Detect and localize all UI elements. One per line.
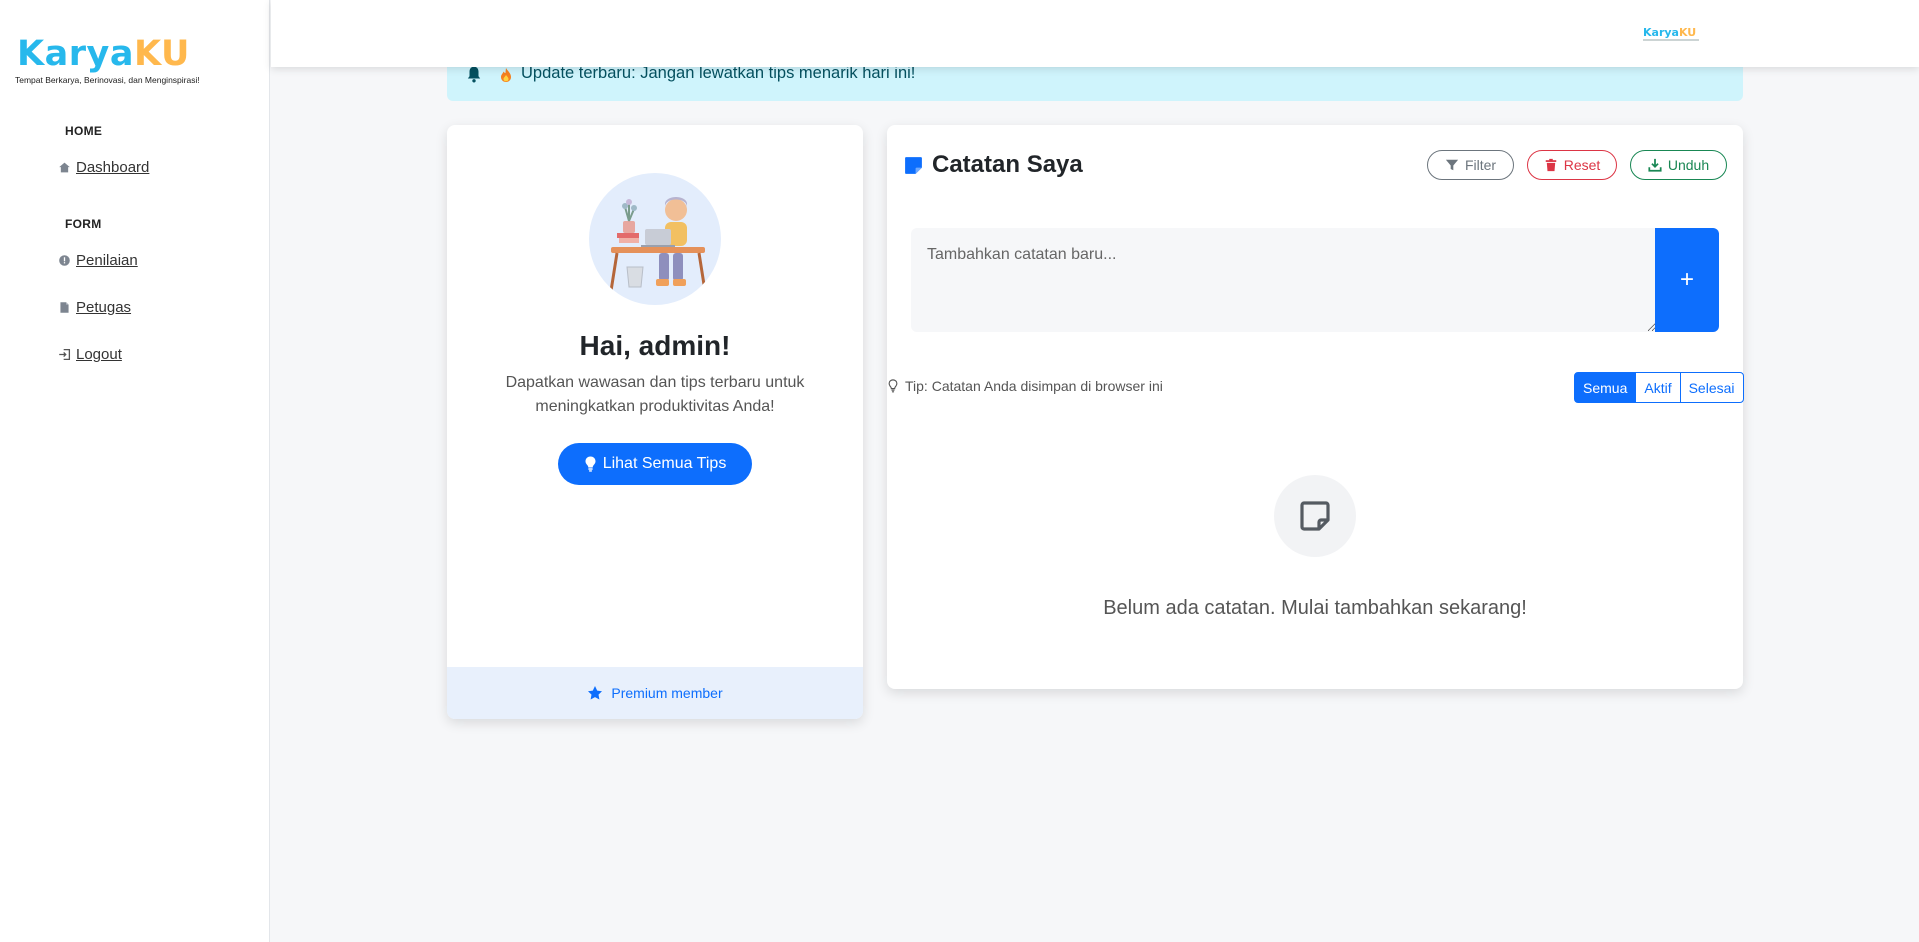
star-icon	[588, 686, 603, 700]
sticky-note-icon	[905, 156, 922, 174]
membership-label: Premium member	[611, 685, 723, 701]
empty-state-message: Belum ada catatan. Mulai tambahkan sekar…	[1103, 597, 1527, 619]
profile-card: Hai, admin! Dapatkan wawasan dan tips te…	[447, 125, 863, 719]
filter-button[interactable]: Filter	[1427, 150, 1514, 180]
sidebar-item-penilaian[interactable]: Penilaian	[58, 252, 138, 269]
notes-title-text: Catatan Saya	[932, 151, 1083, 178]
nav-heading-home: HOME	[65, 124, 103, 138]
filter-all-button[interactable]: Semua	[1574, 372, 1637, 403]
sidebar-item-dashboard[interactable]: Dashboard	[58, 159, 149, 176]
top-navbar: KaryaKU	[271, 0, 1919, 67]
sidebar-item-label: Penilaian	[76, 252, 138, 269]
reset-button[interactable]: Reset	[1527, 150, 1617, 180]
reset-label: Reset	[1563, 157, 1601, 173]
see-all-tips-label: Lihat Semua Tips	[602, 455, 727, 472]
sidebar-item-label: Logout	[76, 346, 122, 363]
home-icon	[59, 162, 70, 173]
sticky-note-outline-icon	[1300, 501, 1330, 531]
trash-icon	[1545, 158, 1556, 172]
logout-icon	[59, 348, 71, 361]
sidebar-item-label: Dashboard	[76, 159, 150, 176]
lightbulb-outline-icon	[888, 379, 898, 393]
sidebar: KaryaKU Tempat Berkarya, Berinovasi, dan…	[0, 0, 270, 942]
sidebar-item-label: Petugas	[76, 299, 132, 316]
greeting-title: Hai, admin!	[579, 330, 731, 361]
membership-footer: Premium member	[447, 667, 863, 719]
brand-logo[interactable]: KaryaKU Tempat Berkarya, Berinovasi, dan…	[15, 34, 200, 85]
info-circle-icon	[59, 255, 70, 266]
storage-tip: Tip: Catatan Anda disimpan di browser in…	[887, 378, 1163, 394]
notes-card: Catatan Saya Filter Reset Unduh + Tip: C…	[887, 125, 1744, 689]
bell-icon	[467, 66, 481, 83]
greeting-description: Dapatkan wawasan dan tips terbaru untuk …	[505, 374, 805, 415]
empty-state-icon-wrap	[1274, 475, 1356, 557]
storage-tip-text: Tip: Catatan Anda disimpan di browser in…	[905, 378, 1163, 394]
filter-done-button[interactable]: Selesai	[1679, 372, 1744, 403]
note-status-filter: Semua Aktif Selesai	[1574, 372, 1744, 403]
filter-active-button[interactable]: Aktif	[1635, 372, 1681, 403]
header-logo-text: KaryaKU	[1643, 26, 1697, 39]
download-button[interactable]: Unduh	[1630, 150, 1727, 180]
filter-label: Filter	[1464, 157, 1497, 173]
new-note-input[interactable]	[911, 228, 1656, 332]
header-logo-tagline	[1643, 39, 1699, 41]
lightbulb-icon	[585, 456, 596, 472]
download-label: Unduh	[1667, 157, 1710, 173]
see-all-tips-button[interactable]: Lihat Semua Tips	[558, 443, 752, 485]
header-logo[interactable]: KaryaKU	[1643, 27, 1699, 41]
fire-icon	[501, 68, 511, 82]
avatar-illustration	[589, 173, 721, 305]
sidebar-item-logout[interactable]: Logout	[58, 346, 122, 363]
download-icon	[1648, 158, 1662, 172]
sidebar-item-petugas[interactable]: Petugas	[58, 299, 131, 316]
notes-title: Catatan Saya	[903, 151, 1083, 179]
add-note-button[interactable]: +	[1655, 228, 1719, 332]
filter-icon	[1445, 159, 1459, 171]
document-icon	[60, 302, 69, 313]
nav-heading-form: FORM	[65, 217, 102, 231]
logo-tagline: Tempat Berkarya, Berinovasi, dan Mengins…	[15, 75, 200, 85]
logo-text: KaryaKU	[17, 34, 190, 74]
